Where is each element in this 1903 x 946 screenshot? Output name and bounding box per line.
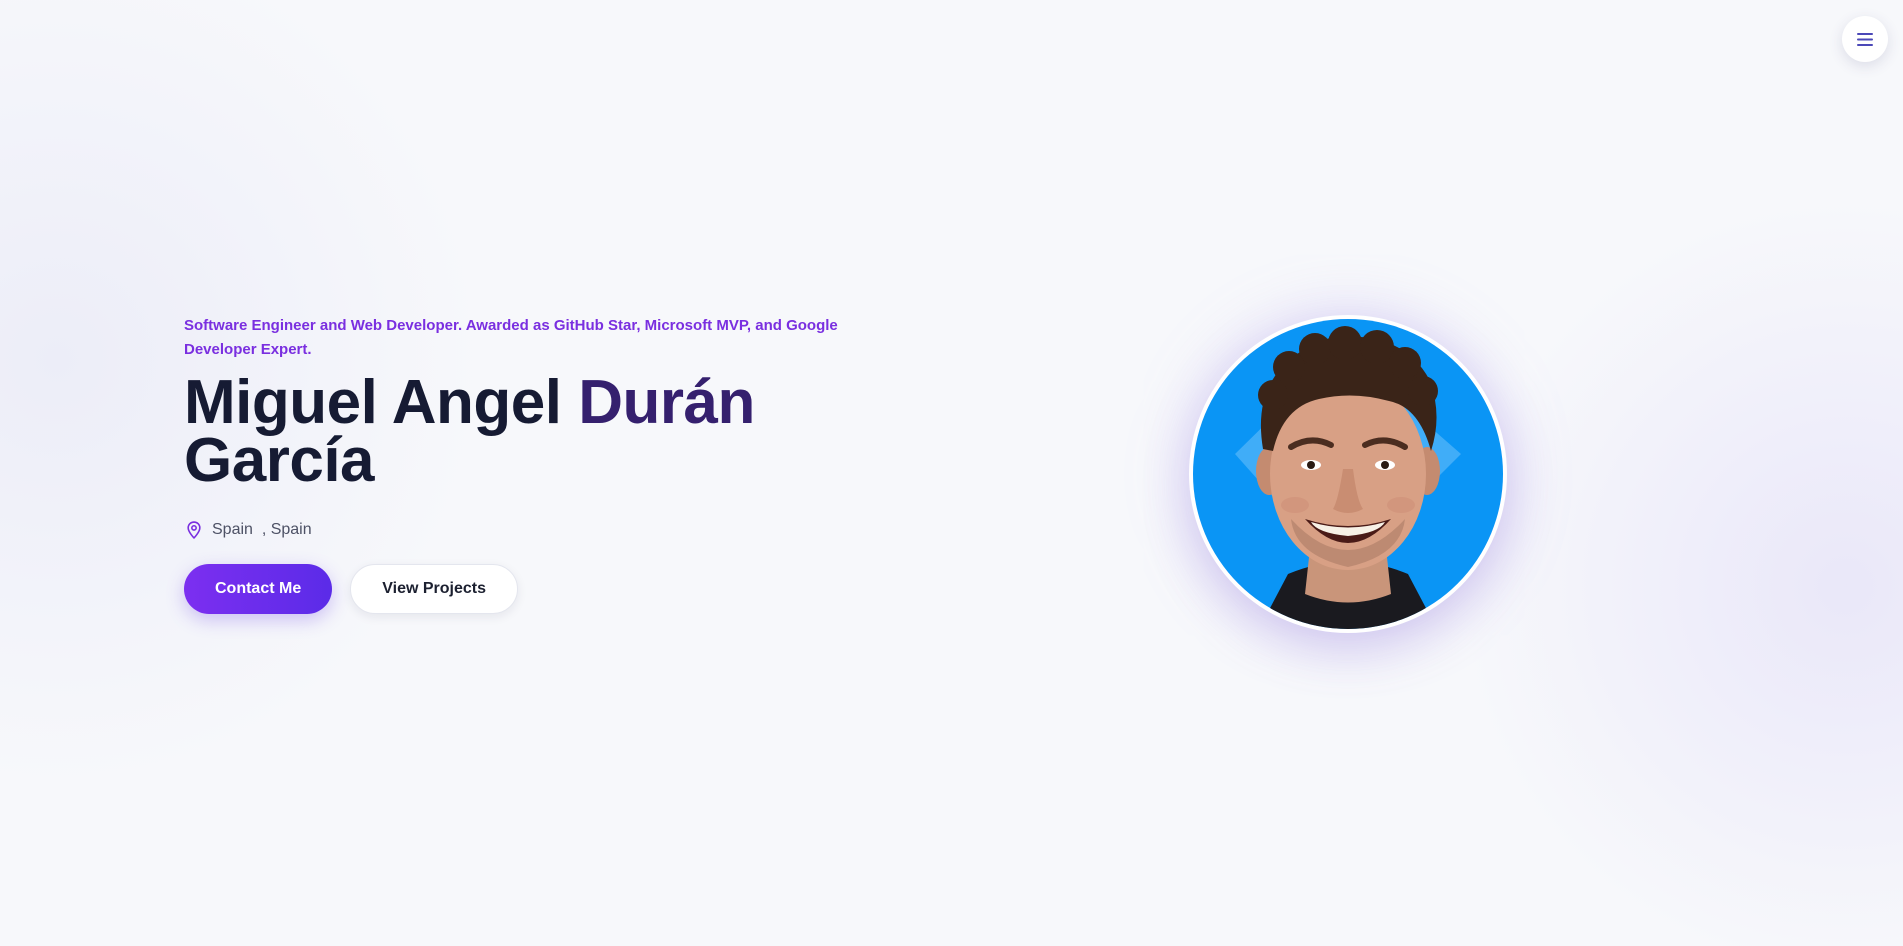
hamburger-menu-icon [1857,32,1873,46]
menu-button[interactable] [1842,16,1888,62]
location-text: Spain , Spain [212,521,312,538]
hero-name: Miguel Angel Durán García [184,372,904,492]
contact-me-button[interactable]: Contact Me [184,564,333,614]
location: Spain , Spain [184,520,904,540]
profile-photo [1193,319,1503,629]
profile-avatar [1189,315,1507,633]
hero-name-last: García [184,426,375,495]
hero-tagline: Software Engineer and Web Developer. Awa… [184,317,838,358]
map-pin-icon [187,521,201,539]
hero-actions: Contact Me View Projects [184,564,904,614]
view-projects-button[interactable]: View Projects [350,564,518,614]
hero-section: Software Engineer and Web Developer. Awa… [184,314,904,614]
hero-name-accent: Durán [578,368,755,437]
